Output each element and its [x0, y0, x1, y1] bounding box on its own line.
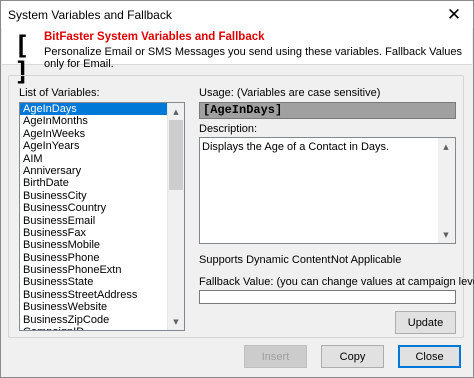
list-item[interactable]: AgeInWeeks — [20, 128, 168, 140]
insert-button[interactable]: Insert — [244, 345, 307, 368]
close-icon[interactable]: ✕ — [435, 1, 473, 28]
list-item[interactable]: BusinessPhoneExtn — [20, 264, 168, 276]
list-item[interactable]: BusinessWebsite — [20, 301, 168, 313]
list-item[interactable]: BusinessEmail — [20, 215, 168, 227]
fallback-value-input[interactable] — [199, 290, 456, 304]
copy-button[interactable]: Copy — [321, 345, 384, 368]
list-item[interactable]: BusinessStreetAddress — [20, 289, 168, 301]
variables-listbox[interactable]: AgeInDays AgeInMonths AgeInWeeks AgeInYears… — [19, 102, 185, 331]
list-item[interactable]: BusinessMobile — [20, 239, 168, 251]
list-item[interactable]: BusinessFax — [20, 227, 168, 239]
description-scrollbar[interactable]: ▲ ▼ — [438, 138, 455, 243]
list-item[interactable]: BirthDate — [20, 177, 168, 189]
scroll-down-arrow-icon[interactable]: ▼ — [438, 226, 454, 243]
list-scrollbar[interactable]: ▲ ▼ — [167, 103, 184, 330]
list-item[interactable]: AgeInMonths — [20, 115, 168, 127]
list-item[interactable]: BusinessZipCode — [20, 314, 168, 326]
list-item[interactable]: AgeInYears — [20, 140, 168, 152]
bracket-logo-icon: [ ] — [14, 31, 30, 87]
header-banner: [ ] BitFaster System Variables and Fallb… — [2, 28, 472, 87]
fallback-label: Fallback Value: (you can change values a… — [199, 276, 474, 288]
dynamic-content-label: Supports Dynamic Content: — [199, 254, 334, 266]
header-subtitle: Personalize Email or SMS Messages you se… — [44, 46, 462, 70]
scroll-thumb[interactable] — [169, 120, 183, 190]
scroll-up-arrow-icon[interactable]: ▲ — [168, 103, 184, 120]
variables-list[interactable]: AgeInDays AgeInMonths AgeInWeeks AgeInYears… — [20, 103, 168, 330]
list-item[interactable]: CampaignID — [20, 326, 168, 330]
list-item[interactable]: BusinessPhone — [20, 252, 168, 264]
list-item[interactable]: Anniversary — [20, 165, 168, 177]
title-bar[interactable]: System Variables and Fallback ✕ — [1, 1, 473, 28]
list-item[interactable]: AIM — [20, 153, 168, 165]
list-item[interactable]: BusinessCountry — [20, 202, 168, 214]
list-item[interactable]: BusinessCity — [20, 190, 168, 202]
dialog-window: System Variables and Fallback ✕ [ ] BitF… — [0, 0, 474, 378]
usage-label: Usage: (Variables are case sensitive) — [199, 87, 381, 99]
close-button[interactable]: Close — [398, 345, 461, 368]
list-of-variables-label: List of Variables: — [19, 87, 100, 99]
description-label: Description: — [199, 123, 258, 135]
description-text: Displays the Age of a Contact in Days. — [202, 141, 390, 153]
scroll-up-arrow-icon[interactable]: ▲ — [438, 138, 454, 155]
dynamic-content-value: Not Applicable — [331, 254, 402, 266]
list-item[interactable]: AgeInDays — [20, 103, 168, 116]
update-button[interactable]: Update — [395, 311, 456, 334]
list-item[interactable]: BusinessState — [20, 276, 168, 288]
usage-value: [AgeInDays] — [199, 102, 456, 119]
scroll-down-arrow-icon[interactable]: ▼ — [168, 313, 184, 330]
description-textbox[interactable]: Displays the Age of a Contact in Days. ▲… — [199, 137, 456, 244]
window-title: System Variables and Fallback — [8, 7, 172, 22]
header-title: BitFaster System Variables and Fallback — [44, 31, 265, 43]
